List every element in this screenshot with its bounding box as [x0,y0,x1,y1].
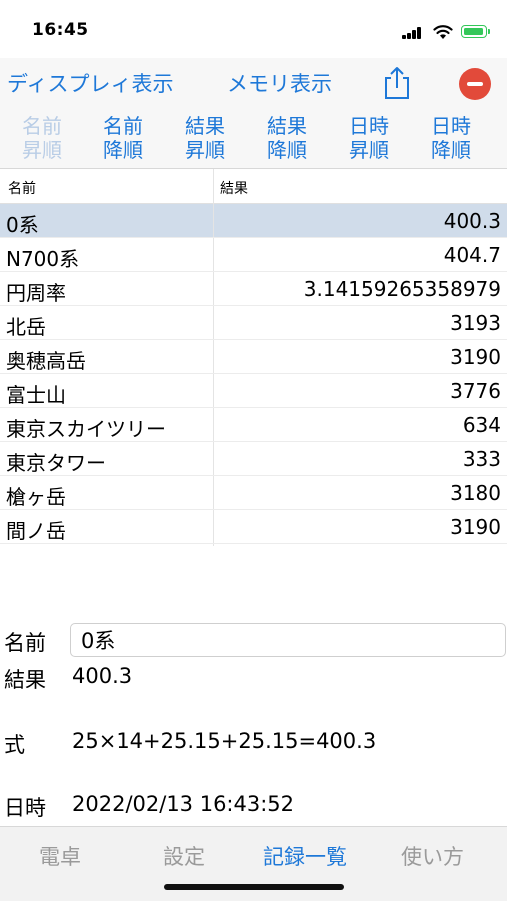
share-icon[interactable] [382,66,412,100]
table-row[interactable]: 東京スカイツリー 634 [0,408,507,442]
sort-bar: 名前 昇順 名前 降順 結果 昇順 結果 降順 日時 昇順 日時 降順 [0,106,507,169]
detail-date-label: 日時 [4,796,46,820]
records-table: 0系 400.3 N700系 404.7 円周率 3.14159265358979 北… [0,204,507,544]
row-name: N700系 [6,247,80,271]
row-value: 3180 [450,481,501,505]
row-name: 円周率 [6,281,66,305]
table-row[interactable]: 富士山 3776 [0,374,507,408]
detail-result-value: 400.3 [72,664,133,688]
detail-formula-label: 式 [4,733,25,757]
row-name: 北岳 [6,315,46,339]
table-row[interactable]: 0系 400.3 [0,204,507,238]
table-row[interactable]: N700系 404.7 [0,238,507,272]
detail-formula-value: 25×14+25.15+25.15=400.3 [72,729,377,753]
table-row[interactable]: 東京タワー 333 [0,442,507,476]
row-name: 東京スカイツリー [6,417,166,441]
header-name: 名前 [8,181,36,197]
table-header: 名前 結果 [0,169,507,204]
row-value: 400.3 [443,209,501,233]
detail-name-label: 名前 [4,631,46,655]
status-time: 16:45 [32,20,89,40]
home-indicator [164,884,344,890]
detail-date-value: 2022/02/13 16:43:52 [72,792,295,816]
row-value: 3193 [450,311,501,335]
row-value: 333 [462,447,501,471]
row-value: 404.7 [443,243,501,267]
header-result: 結果 [220,181,248,197]
table-row[interactable]: 北岳 3193 [0,306,507,340]
delete-icon[interactable] [459,68,491,100]
row-value: 3190 [450,345,501,369]
battery-tip [488,29,490,34]
table-row[interactable]: 円周率 3.14159265358979 [0,272,507,306]
tab-calculator[interactable]: 電卓 [39,841,81,871]
tab-help[interactable]: 使い方 [401,841,464,871]
wifi-icon [433,25,453,39]
row-name: 富士山 [6,383,66,407]
row-value: 3.14159265358979 [303,277,501,301]
memory-view-button[interactable]: メモリ表示 [227,68,332,98]
sort-name-asc-button[interactable]: 名前 昇順 [11,114,73,162]
row-value: 634 [462,413,501,437]
sort-date-desc-button[interactable]: 日時 降順 [420,114,482,162]
row-name: 奥穂高岳 [6,349,86,373]
detail-result-label: 結果 [4,668,46,692]
sort-result-desc-button[interactable]: 結果 降順 [256,114,318,162]
row-name: 0系 [6,213,39,237]
tab-records[interactable]: 記録一覧 [263,841,347,871]
sort-name-desc-button[interactable]: 名前 降順 [92,114,154,162]
battery-icon [461,25,487,38]
row-value: 3776 [450,379,501,403]
top-toolbar: ディスプレィ表示 メモリ表示 [0,58,507,106]
sort-result-asc-button[interactable]: 結果 昇順 [174,114,236,162]
row-name: 槍ヶ岳 [6,485,66,509]
display-view-button[interactable]: ディスプレィ表示 [7,68,174,98]
row-value: 3190 [450,515,501,539]
sort-date-asc-button[interactable]: 日時 昇順 [338,114,400,162]
row-name: 間ノ岳 [6,519,66,543]
table-row[interactable]: 奥穂高岳 3190 [0,340,507,374]
row-name: 東京タワー [6,451,106,475]
name-input[interactable] [70,623,506,657]
table-row[interactable]: 間ノ岳 3190 [0,510,507,544]
cellular-signal-icon [402,27,424,39]
status-bar: 16:45 [0,0,507,58]
table-row[interactable]: 槍ヶ岳 3180 [0,476,507,510]
tab-settings[interactable]: 設定 [163,841,205,871]
